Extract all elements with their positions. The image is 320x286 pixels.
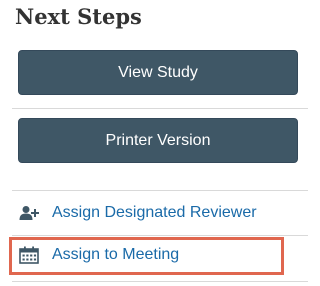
panel-title: Next Steps xyxy=(15,4,142,29)
action-label: Assign to Meeting xyxy=(52,246,180,263)
assign-designated-reviewer-link[interactable]: Assign Designated Reviewer xyxy=(12,193,308,233)
action-label: Assign Designated Reviewer xyxy=(52,204,257,221)
divider xyxy=(12,281,308,282)
assign-to-meeting-link[interactable]: Assign to Meeting xyxy=(12,235,308,275)
divider xyxy=(12,190,308,191)
calendar-icon xyxy=(18,246,40,264)
printer-version-button[interactable]: Printer Version xyxy=(18,118,298,163)
add-user-icon xyxy=(18,204,40,222)
view-study-button[interactable]: View Study xyxy=(18,50,298,95)
divider xyxy=(12,108,308,109)
